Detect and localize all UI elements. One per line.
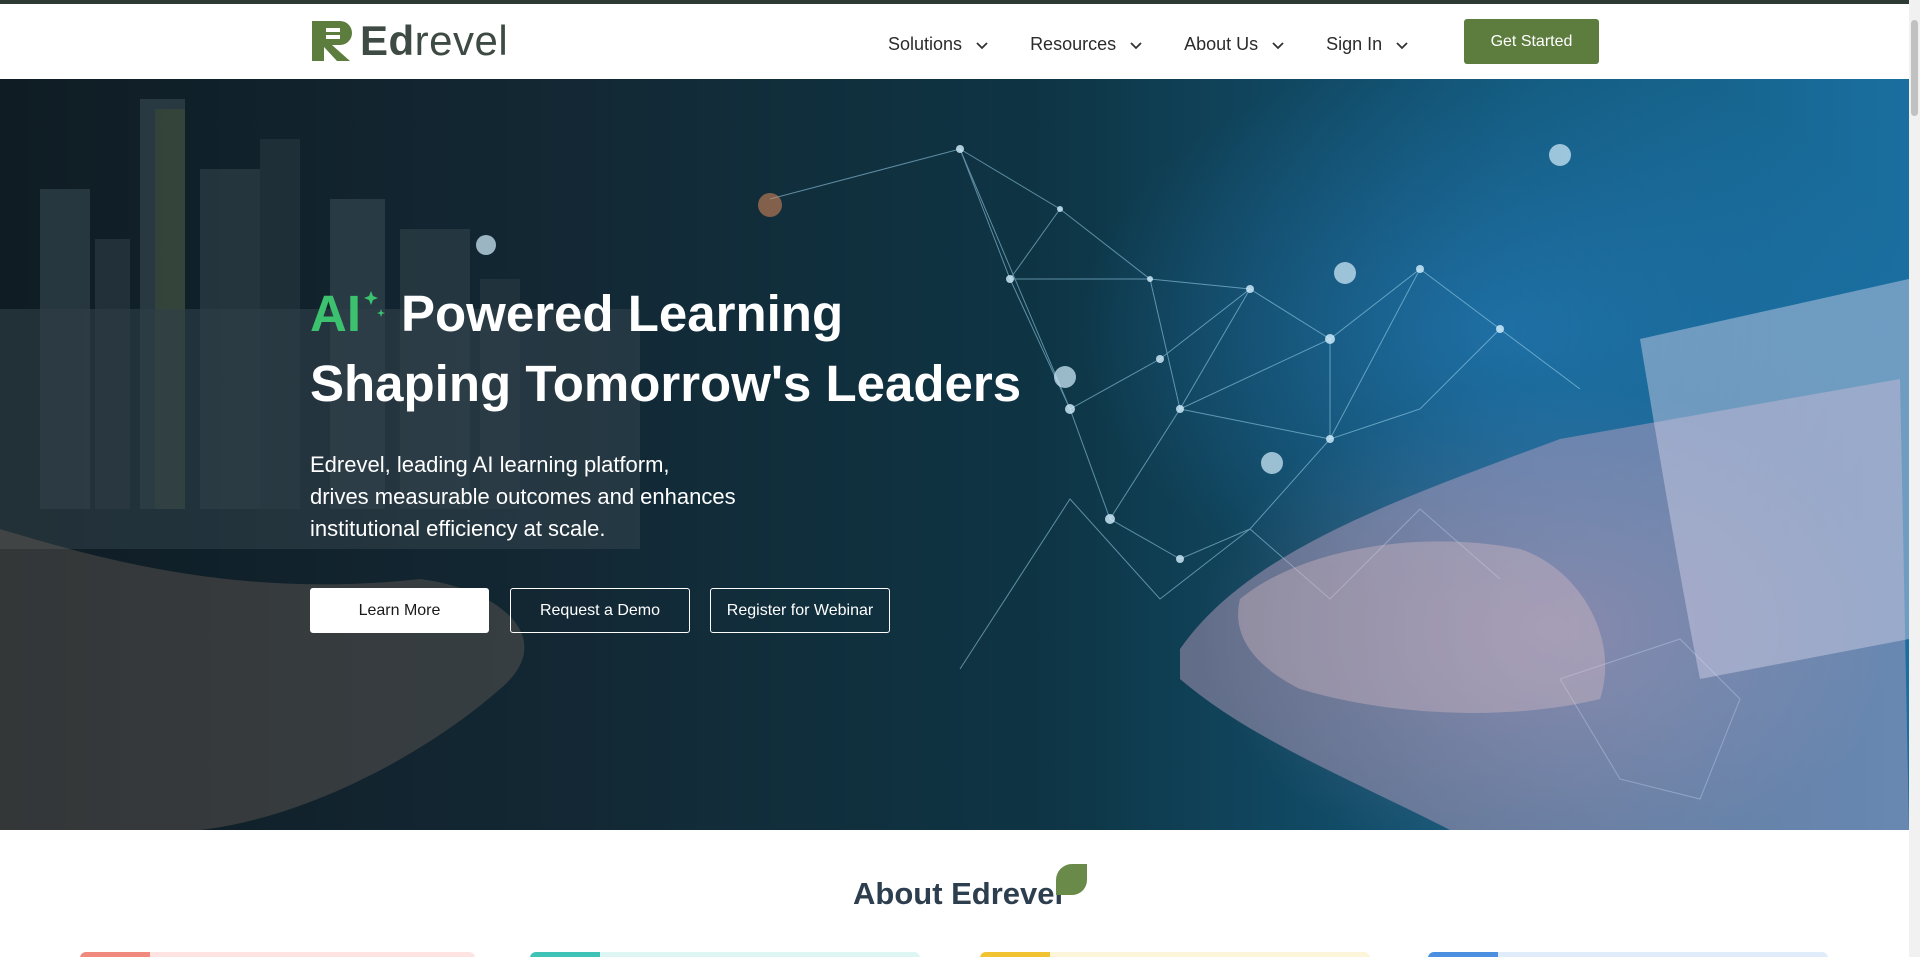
hero-subtitle-line: institutional efficiency at scale. [310,516,606,541]
hero-subtitle-line: drives measurable outcomes and enhances [310,484,736,509]
nav-about-us[interactable]: About Us [1184,34,1288,55]
hero-title-line1: Powered Learning [401,285,844,342]
about-card-yellow [980,952,1370,957]
about-section-title: About Edrevel [853,876,1064,911]
hero-subtitle-line: Edrevel, leading AI learning platform, [310,452,670,477]
nav-solutions-label: Solutions [888,34,963,54]
hero-section: AI Powered Learning Shaping Tomorrow's L… [0,79,1909,830]
register-webinar-button[interactable]: Register for Webinar [710,588,890,633]
chevron-down-icon [1130,41,1142,49]
hero-ai-label: AI [310,285,361,342]
nav-resources-label: Resources [1030,34,1117,54]
nav-resources[interactable]: Resources [1030,34,1146,55]
page-scrollbar[interactable] [1909,0,1920,957]
about-card-teal [530,952,920,957]
hero-title: AI Powered Learning Shaping Tomorrow's L… [310,279,1021,419]
nav-sign-in[interactable]: Sign In [1326,34,1412,55]
chevron-down-icon [1396,41,1408,49]
about-card-blue [1428,952,1828,957]
sparkle-icon [364,291,385,317]
card-accent [980,952,1050,957]
request-demo-button[interactable]: Request a Demo [510,588,690,633]
site-header: Edrevel Solutions Resources About Us Sig… [0,4,1909,79]
chevron-down-icon [1272,41,1284,49]
main-nav: Solutions Resources About Us Sign In [888,34,1450,55]
nav-solutions[interactable]: Solutions [888,34,992,55]
leaf-icon [1056,864,1087,895]
card-accent [1428,952,1498,957]
hero-subtitle: Edrevel, leading AI learning platform, d… [310,449,770,545]
edrevel-logo[interactable]: Edrevel [310,17,509,64]
logo-wordmark: Edrevel [360,17,509,64]
get-started-button[interactable]: Get Started [1464,19,1599,64]
learn-more-button[interactable]: Learn More [310,588,489,633]
edrevel-logo-mark-icon [312,21,352,61]
card-accent [530,952,600,957]
nav-sign-in-label: Sign In [1326,34,1383,54]
card-accent [80,952,150,957]
about-card-pink [80,952,475,957]
hero-background-image [0,99,1909,830]
chevron-down-icon [976,41,988,49]
hero-title-line2: Shaping Tomorrow's Leaders [310,355,1022,412]
scrollbar-thumb[interactable] [1911,20,1918,116]
nav-about-us-label: About Us [1184,34,1259,54]
